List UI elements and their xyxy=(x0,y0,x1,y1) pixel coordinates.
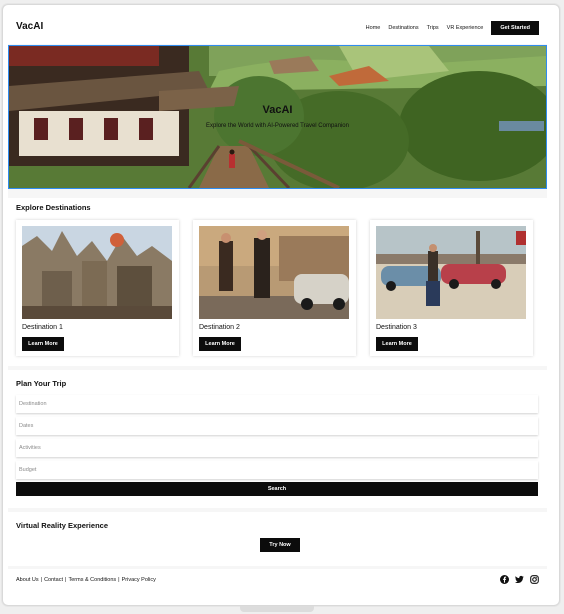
twitter-icon[interactable] xyxy=(515,575,524,584)
brand-logo[interactable]: VacAI xyxy=(16,21,43,32)
destination-card: Destination 2 Learn More xyxy=(193,220,356,356)
footer-link-terms[interactable]: Terms & Conditions xyxy=(68,577,116,583)
plan-trip-section: Plan Your Trip Search xyxy=(8,370,547,508)
footer-separator: | xyxy=(65,577,67,583)
hero-title: VacAI xyxy=(262,104,293,116)
budget-field[interactable] xyxy=(16,461,538,479)
footer-links: About Us | Contact | Terms & Conditions … xyxy=(16,577,156,583)
hero-image-village-bridge xyxy=(9,46,546,188)
plan-trip-heading: Plan Your Trip xyxy=(16,379,67,388)
nav-link-vr-experience[interactable]: VR Experience xyxy=(447,25,484,31)
navbar: VacAI Home Destinations Trips VR Experie… xyxy=(8,12,547,44)
footer-link-about[interactable]: About Us xyxy=(16,577,39,583)
destination-card: Destination 3 Learn More xyxy=(370,220,533,356)
device-stand xyxy=(240,606,314,612)
footer-separator: | xyxy=(40,577,43,583)
vr-section: Virtual Reality Experience Try Now xyxy=(8,512,547,566)
destination-image[interactable] xyxy=(22,226,172,319)
footer-separator: | xyxy=(118,577,120,583)
footer-link-privacy[interactable]: Privacy Policy xyxy=(122,577,156,583)
footer-link-contact[interactable]: Contact xyxy=(44,577,63,583)
instagram-icon[interactable] xyxy=(530,575,539,584)
destination-image[interactable] xyxy=(376,226,526,319)
vr-heading: Virtual Reality Experience xyxy=(16,521,108,530)
facebook-icon[interactable] xyxy=(500,575,509,584)
destination-title: Destination 1 xyxy=(22,324,63,331)
activities-field[interactable] xyxy=(16,439,538,457)
nav-link-home[interactable]: Home xyxy=(366,25,381,31)
hero-banner: VacAI Explore the World with AI-Powered … xyxy=(8,45,547,189)
destination-card: Destination 1 Learn More xyxy=(16,220,179,356)
destination-image[interactable] xyxy=(199,226,349,319)
learn-more-button[interactable]: Learn More xyxy=(22,337,64,351)
device-frame: VacAI Home Destinations Trips VR Experie… xyxy=(0,0,564,614)
nav-link-destinations[interactable]: Destinations xyxy=(388,25,418,31)
destination-title: Destination 3 xyxy=(376,324,417,331)
learn-more-button[interactable]: Learn More xyxy=(199,337,241,351)
destination-field[interactable] xyxy=(16,395,538,413)
social-links xyxy=(500,575,539,584)
get-started-button[interactable]: Get Started xyxy=(491,21,539,35)
footer: About Us | Contact | Terms & Conditions … xyxy=(8,569,547,592)
hero-subtitle: Explore the World with AI-Powered Travel… xyxy=(206,123,349,129)
destination-title: Destination 2 xyxy=(199,324,240,331)
page: VacAI Home Destinations Trips VR Experie… xyxy=(8,12,547,592)
search-button[interactable]: Search xyxy=(16,482,538,496)
try-now-button[interactable]: Try Now xyxy=(260,538,300,552)
destinations-heading: Explore Destinations xyxy=(16,203,91,212)
destinations-section: Explore Destinations Destination 1 Learn… xyxy=(8,198,547,366)
nav-link-trips[interactable]: Trips xyxy=(427,25,439,31)
learn-more-button[interactable]: Learn More xyxy=(376,337,418,351)
nav-links: Home Destinations Trips VR Experience Ge… xyxy=(358,21,539,35)
dates-field[interactable] xyxy=(16,417,538,435)
